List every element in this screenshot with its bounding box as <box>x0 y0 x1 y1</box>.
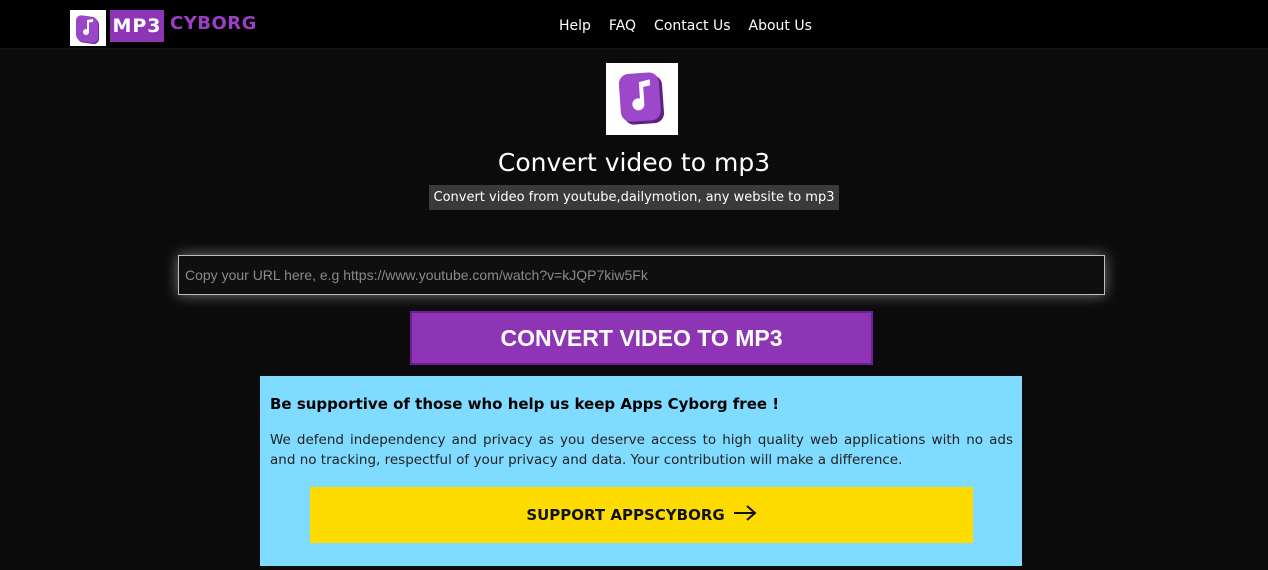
logo-badge[interactable]: MP3 <box>110 10 164 42</box>
main-nav: Help FAQ Contact Us About Us <box>559 18 812 34</box>
support-heading: Be supportive of those who help us keep … <box>270 395 780 413</box>
url-input[interactable] <box>178 255 1105 295</box>
top-navbar: MP3 CYBORG Help FAQ Contact Us About Us <box>0 0 1268 50</box>
arrow-right-icon <box>733 505 757 525</box>
support-body: We defend independency and privacy as yo… <box>270 432 1013 468</box>
nav-about-link[interactable]: About Us <box>749 18 812 34</box>
convert-button[interactable]: CONVERT VIDEO TO MP3 <box>410 311 873 365</box>
page-subtitle: Convert video from youtube,dailymotion, … <box>428 185 840 210</box>
music-note-icon[interactable] <box>70 10 106 46</box>
page-title: Convert video to mp3 <box>497 148 771 177</box>
support-button-label: SUPPORT APPSCYBORG <box>526 506 725 524</box>
nav-contact-link[interactable]: Contact Us <box>654 18 730 34</box>
support-button[interactable]: SUPPORT APPSCYBORG <box>310 487 973 543</box>
support-panel: Be supportive of those who help us keep … <box>260 376 1022 566</box>
logo-text[interactable]: CYBORG <box>170 13 257 34</box>
music-note-icon <box>606 63 678 135</box>
nav-help-link[interactable]: Help <box>559 18 591 34</box>
nav-faq-link[interactable]: FAQ <box>609 18 636 34</box>
